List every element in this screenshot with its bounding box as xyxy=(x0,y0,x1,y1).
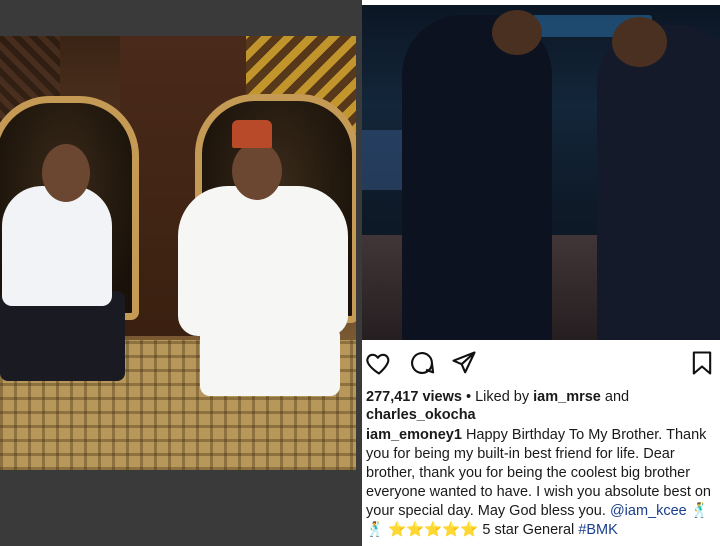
caption-end: 5 star General xyxy=(482,522,575,538)
post-caption: iam_emoney1 Happy Birthday To My Brother… xyxy=(366,426,716,540)
man-right-head xyxy=(612,17,667,67)
instagram-post: 277,417 views • Liked by iam_mrse and ch… xyxy=(362,0,720,546)
liked-by-and: and xyxy=(604,389,630,405)
caption-mention[interactable]: @iam_kcee xyxy=(610,503,687,519)
engagement-summary: 277,417 views • Liked by iam_mrse and ch… xyxy=(366,388,716,424)
person-right-cap xyxy=(232,120,272,148)
person-left-head xyxy=(42,144,90,202)
person-right-robe xyxy=(178,186,348,336)
man-right xyxy=(597,25,720,340)
action-bar xyxy=(362,345,720,381)
liked-by-user[interactable]: iam_mrse xyxy=(533,389,601,405)
views-count: 277,417 views xyxy=(366,389,462,405)
heart-icon[interactable] xyxy=(365,349,393,377)
person-left-shirt xyxy=(2,186,112,306)
paper-plane-icon[interactable] xyxy=(450,349,478,377)
comment-icon[interactable] xyxy=(408,349,436,377)
left-photo xyxy=(0,36,356,470)
bookmark-icon[interactable] xyxy=(688,349,716,377)
post-video[interactable] xyxy=(362,5,720,340)
person-right-head xyxy=(232,142,282,200)
man-left xyxy=(402,15,552,340)
liked-by-prefix: • Liked by xyxy=(465,389,530,405)
liked-by-other[interactable]: charles_okocha xyxy=(366,407,476,423)
man-left-head xyxy=(492,10,542,55)
person-right-legs xyxy=(200,326,340,396)
caption-hashtag[interactable]: #BMK xyxy=(578,522,618,538)
caption-author[interactable]: iam_emoney1 xyxy=(366,427,462,443)
